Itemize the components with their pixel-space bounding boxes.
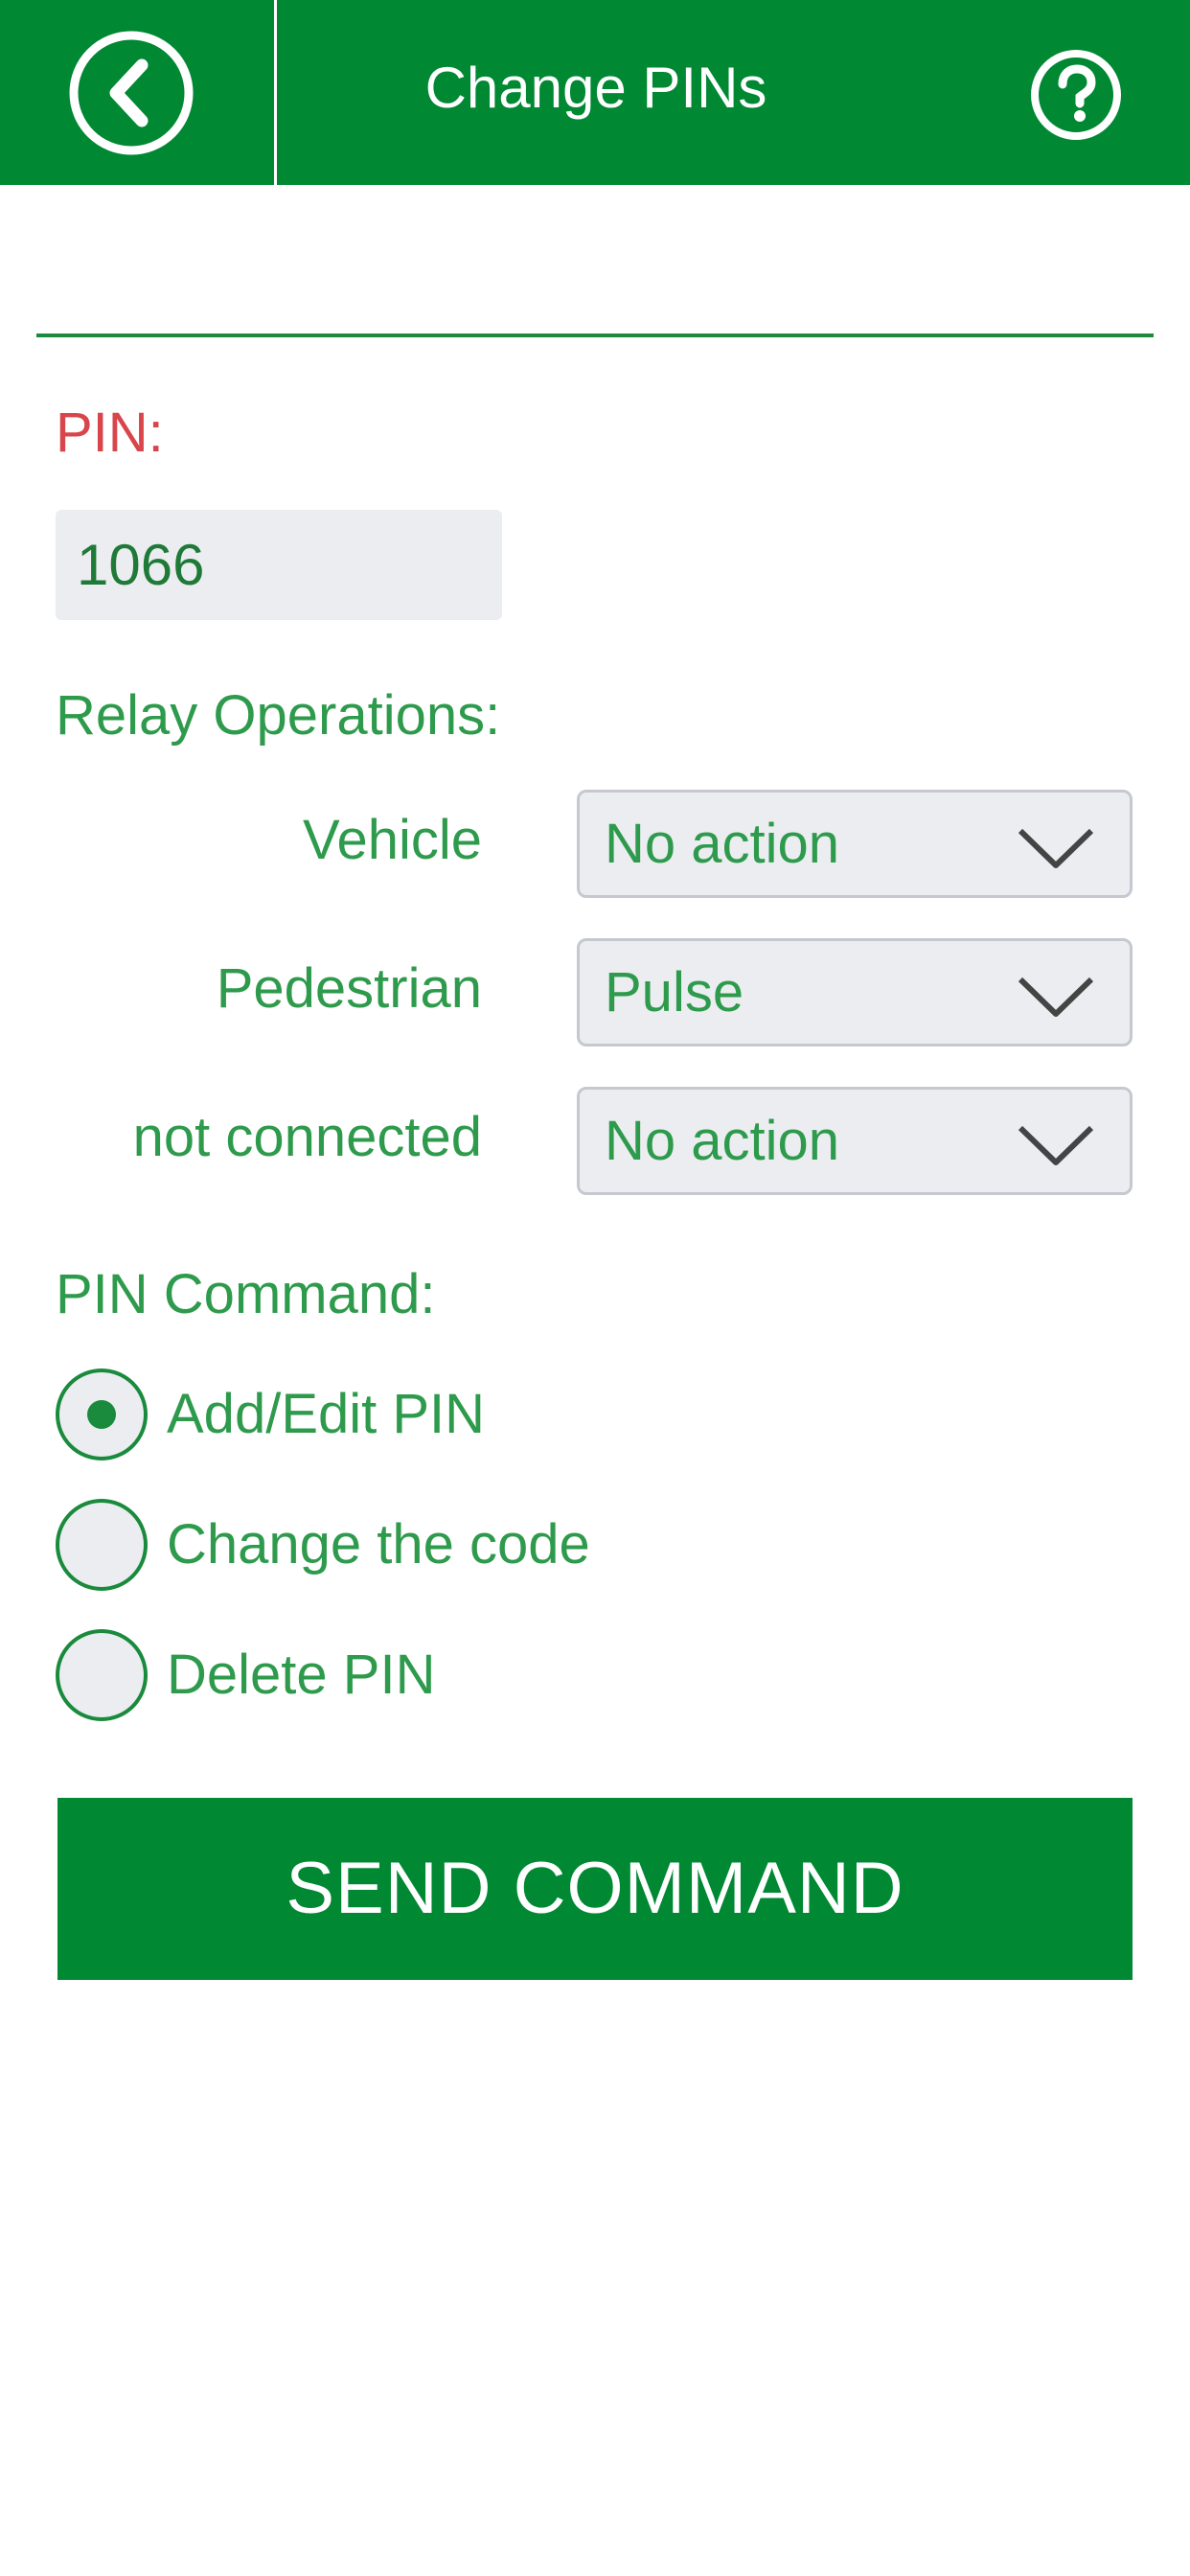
chevron-left-circle-icon [69,31,194,155]
chevron-down-icon [1018,828,1094,868]
chevron-down-icon [1018,1125,1094,1165]
pin-input[interactable] [56,510,502,620]
relay-name-pedestrian: Pedestrian [216,957,482,1020]
relay-select-pedestrian[interactable]: Pulse [577,938,1133,1046]
question-circle-icon [1031,50,1121,140]
radio-label: Change the code [167,1513,590,1576]
change-pins-screen: Change PINs PIN: Relay Operations: Vehic… [0,0,1190,2576]
radio-button[interactable] [56,1368,148,1460]
app-header: Change PINs [0,0,1190,185]
pin-command-label: PIN Command: [56,1263,436,1325]
section-divider [36,334,1154,337]
send-command-button[interactable]: SEND COMMAND [57,1798,1133,1980]
relay-select-vehicle[interactable]: No action [577,790,1133,898]
relay-name-not-connected: not connected [132,1106,482,1168]
radio-selected-dot [87,1400,116,1429]
relay-name-vehicle: Vehicle [302,809,482,871]
relay-operations-label: Relay Operations: [56,684,501,747]
relay-select-value: No action [605,1110,840,1172]
relay-select-value: Pulse [605,961,744,1024]
help-button[interactable] [1029,48,1123,142]
radio-label: Delete PIN [167,1644,436,1706]
radio-button[interactable] [56,1629,148,1721]
radio-button[interactable] [56,1499,148,1591]
back-button[interactable] [67,29,195,157]
radio-label: Add/Edit PIN [167,1383,486,1445]
chevron-down-icon [1018,977,1094,1017]
relay-select-value: No action [605,813,840,875]
relay-select-not-connected[interactable]: No action [577,1087,1133,1195]
pin-label: PIN: [56,402,164,464]
page-title: Change PINs [424,56,767,120]
